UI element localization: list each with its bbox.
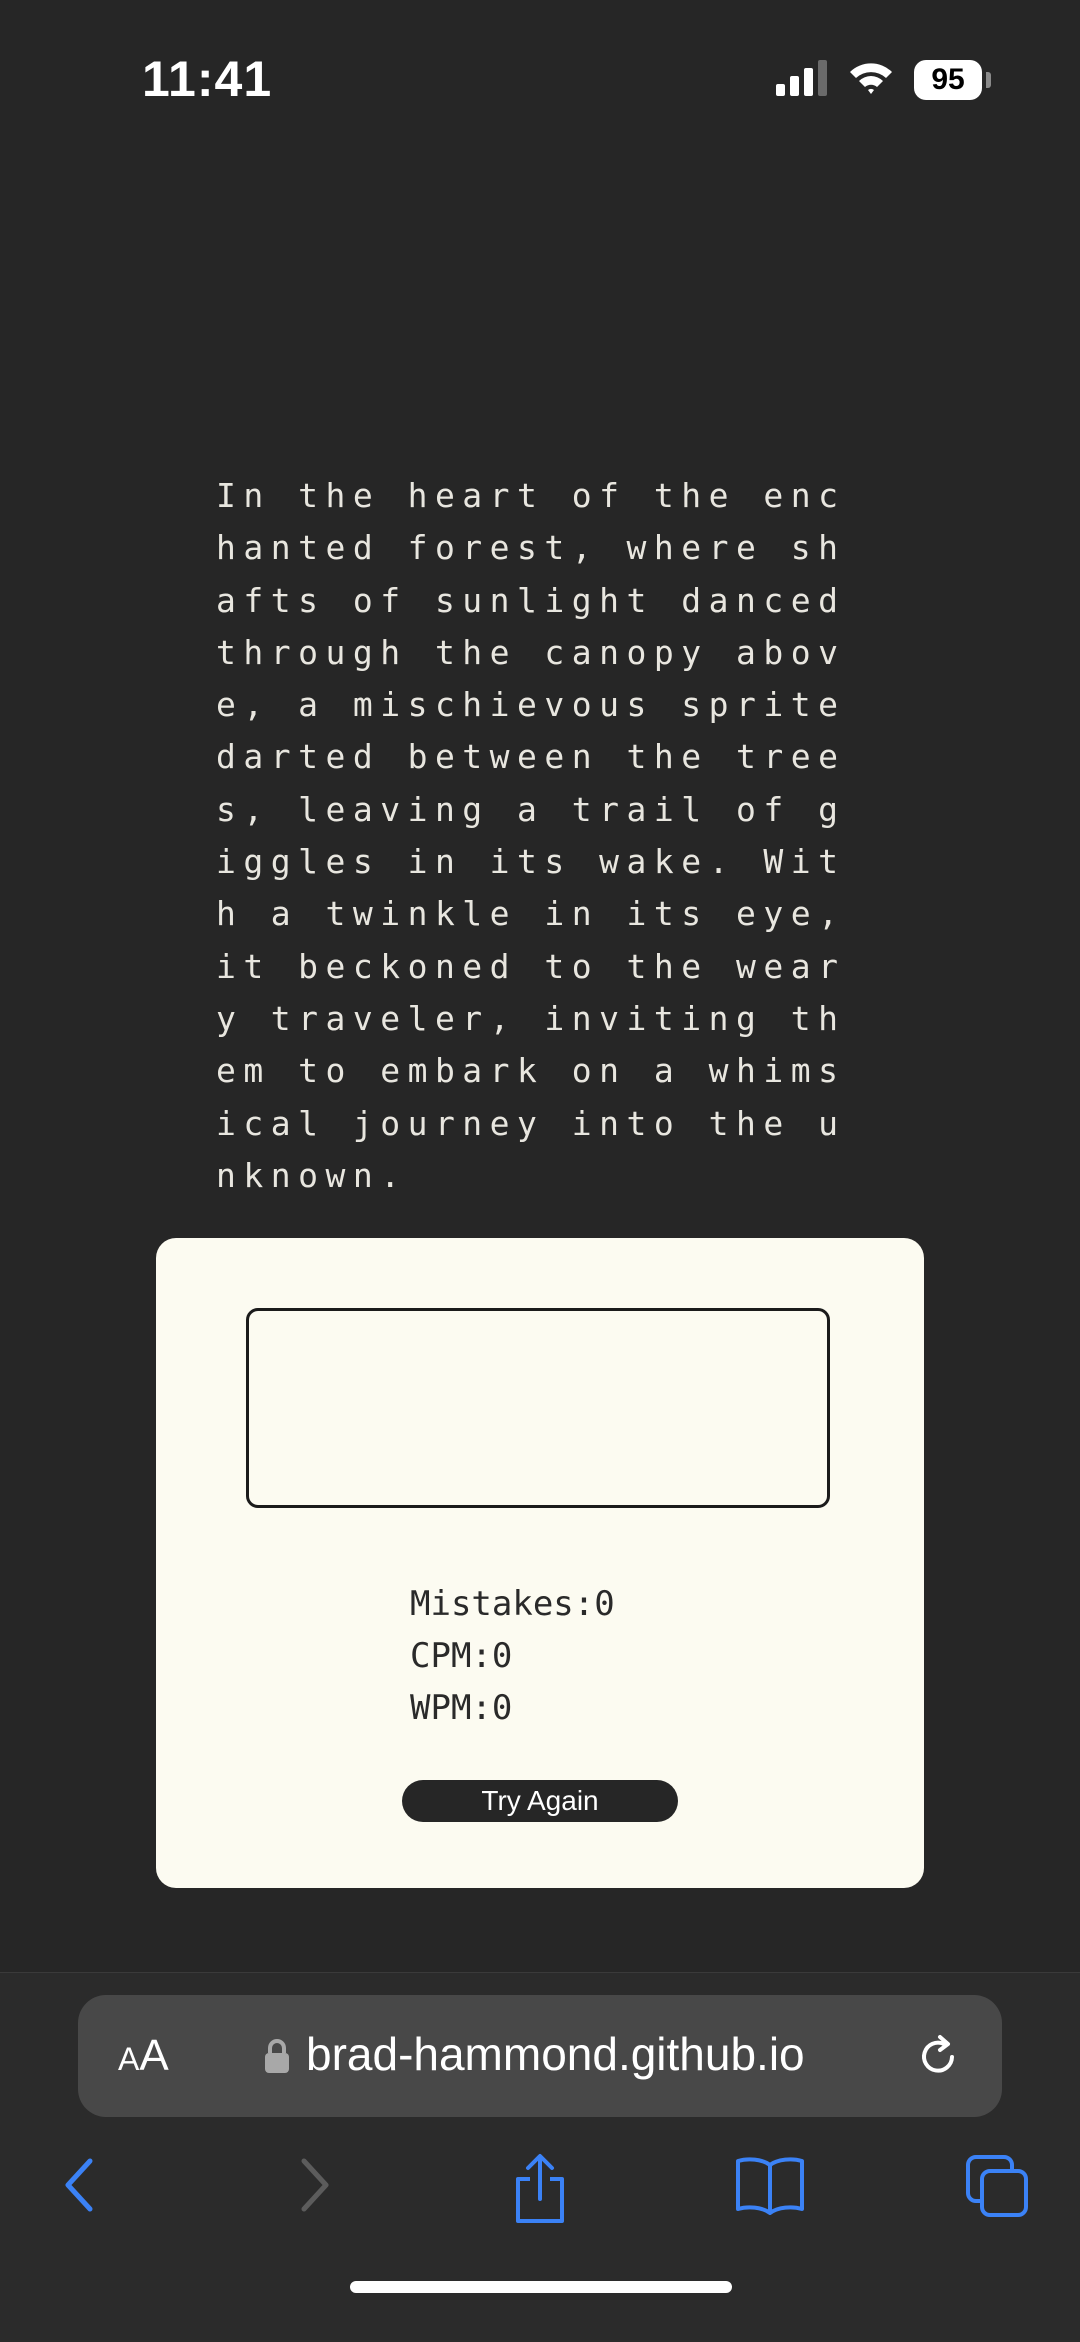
address-bar[interactable]: AA brad-hammond.github.io (78, 1995, 1002, 2117)
mistakes-count: Mistakes:0 (410, 1584, 615, 1624)
stats-panel: Mistakes:0 CPM:0 WPM:0 (410, 1578, 615, 1734)
aa-small-letter: A (118, 2041, 140, 2077)
battery-icon: 95 (914, 60, 982, 100)
status-time: 11:41 (142, 51, 273, 107)
wifi-icon (850, 63, 892, 94)
reader-text-size-button[interactable]: AA (118, 2031, 169, 2081)
try-again-button[interactable]: Try Again (402, 1780, 678, 1822)
typing-card: Mistakes:0 CPM:0 WPM:0 Try Again (156, 1238, 924, 1888)
cellular-signal-icon (776, 60, 827, 96)
home-indicator (350, 2281, 732, 2293)
share-icon[interactable] (508, 2153, 572, 2227)
cpm-count: CPM:0 (410, 1636, 513, 1676)
wpm-count: WPM:0 (410, 1688, 513, 1728)
battery-tip (986, 72, 991, 88)
forward-icon[interactable] (292, 2153, 336, 2217)
browser-toolbar: AA brad-hammond.github.io (0, 1972, 1080, 2342)
lock-icon (265, 2039, 289, 2073)
url-text: brad-hammond.github.io (306, 2028, 805, 2080)
status-bar: 11:41 95 (0, 0, 1080, 160)
back-icon[interactable] (58, 2153, 102, 2217)
typing-input[interactable] (246, 1308, 830, 1508)
bookmarks-icon[interactable] (734, 2153, 806, 2217)
reload-icon[interactable] (914, 2033, 962, 2081)
aa-big-letter: A (139, 2031, 169, 2080)
tabs-icon[interactable] (964, 2153, 1030, 2219)
typing-passage: In the heart of the enchanted forest, wh… (216, 476, 846, 1195)
